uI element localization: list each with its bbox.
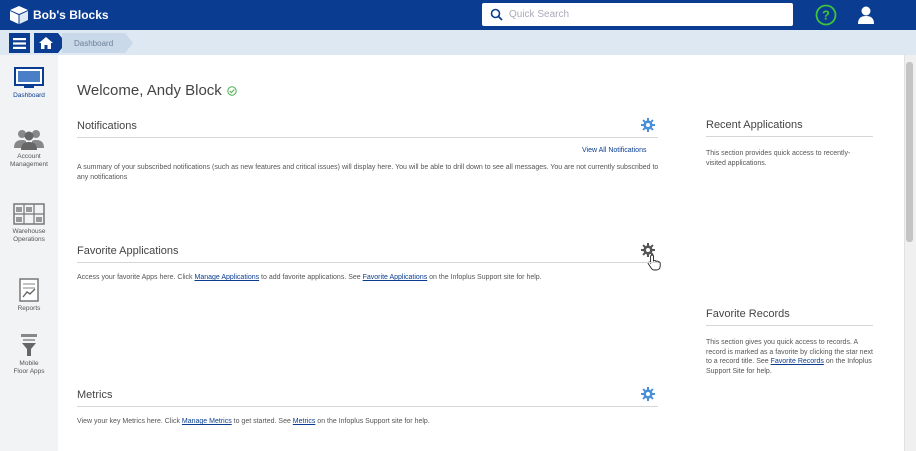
sidebar: Dashboard Account Management Warehouse O… xyxy=(0,55,58,451)
quick-search[interactable] xyxy=(482,3,793,26)
metrics-text-part: on the Infoplus Support site for help. xyxy=(315,418,430,425)
metrics-title: Metrics xyxy=(77,389,113,401)
sidebar-item-label: Mobile Floor Apps xyxy=(13,360,45,375)
page-title: Welcome, Andy Block xyxy=(77,82,237,99)
recent-applications-divider xyxy=(706,136,873,137)
blocks-logo-icon xyxy=(10,6,28,24)
favorite-applications-help-link[interactable]: Favorite Applications xyxy=(363,274,428,281)
sidebar-item-dashboard[interactable]: Dashboard xyxy=(0,67,58,100)
favorite-applications-text-part: on the Infoplus Support site for help. xyxy=(427,274,542,281)
manage-applications-link[interactable]: Manage Applications xyxy=(195,274,260,281)
sidebar-item-reports[interactable]: Reports xyxy=(0,278,58,313)
check-circle-icon xyxy=(227,85,237,96)
users-icon xyxy=(14,130,44,150)
svg-text:?: ? xyxy=(822,8,830,23)
view-all-notifications-link[interactable]: View All Notifications xyxy=(582,147,646,154)
favorite-applications-text-part: to add favorite applications. See xyxy=(259,274,363,281)
warehouse-icon xyxy=(13,203,45,225)
search-icon xyxy=(490,8,503,21)
favorite-applications-divider xyxy=(77,262,658,263)
favorite-records-title: Favorite Records xyxy=(706,308,790,320)
favorite-records-divider xyxy=(706,325,873,326)
recent-applications-text: This section provides quick access to re… xyxy=(706,150,851,167)
favorite-applications-text-part: Access your favorite Apps here. Click xyxy=(77,274,195,281)
brand-logo[interactable]: Bob's Blocks xyxy=(8,4,109,26)
notifications-divider xyxy=(77,137,658,138)
metrics-settings-gear-icon[interactable] xyxy=(641,387,655,401)
manage-metrics-link[interactable]: Manage Metrics xyxy=(182,418,232,425)
home-icon xyxy=(39,37,53,49)
page-scrollbar-thumb[interactable] xyxy=(906,62,913,242)
favorite-applications-title: Favorite Applications xyxy=(77,245,179,257)
report-icon xyxy=(19,278,39,302)
metrics-help-link[interactable]: Metrics xyxy=(293,418,316,425)
favorite-records-text: This section gives you quick access to r… xyxy=(706,338,874,376)
help-circle-icon[interactable]: ? xyxy=(815,4,837,26)
metrics-text-part: to get started. See xyxy=(231,418,293,425)
metrics-divider xyxy=(77,406,658,407)
sidebar-item-label: Reports xyxy=(17,305,41,312)
sidebar-item-label: Warehouse Operations xyxy=(12,228,46,243)
top-bar: Bob's Blocks ? xyxy=(0,0,916,30)
main-content xyxy=(58,55,904,451)
breadcrumb-bar: Dashboard xyxy=(0,30,916,55)
menu-toggle-button[interactable] xyxy=(9,33,30,53)
dashboard-icon xyxy=(14,67,44,88)
notifications-settings-gear-icon[interactable] xyxy=(641,118,655,132)
notifications-title: Notifications xyxy=(77,120,137,132)
user-icon[interactable] xyxy=(856,5,876,25)
metrics-text: View your key Metrics here. Click Manage… xyxy=(77,417,677,427)
sidebar-item-label: Account Management xyxy=(10,153,48,168)
sidebar-item-label: Dashboard xyxy=(13,92,45,99)
welcome-text: Welcome, Andy Block xyxy=(77,82,222,99)
metrics-text-part: View your key Metrics here. Click xyxy=(77,418,182,425)
search-input[interactable] xyxy=(509,4,779,25)
sidebar-item-mobile-floor-apps[interactable]: Mobile Floor Apps xyxy=(0,333,58,376)
breadcrumb-label: Dashboard xyxy=(74,38,114,48)
mobile-floor-icon xyxy=(21,334,37,356)
recent-applications-title: Recent Applications xyxy=(706,119,803,131)
notifications-text: A summary of your subscribed notificatio… xyxy=(77,164,659,181)
favorite-applications-text: Access your favorite Apps here. Click Ma… xyxy=(77,273,677,283)
brand-name: Bob's Blocks xyxy=(33,8,109,22)
favorite-records-help-link[interactable]: Favorite Records xyxy=(771,358,824,365)
breadcrumb-dashboard[interactable]: Dashboard xyxy=(62,33,134,53)
sidebar-item-account-management[interactable]: Account Management xyxy=(0,128,58,169)
home-button[interactable] xyxy=(34,33,58,53)
sidebar-item-warehouse-operations[interactable]: Warehouse Operations xyxy=(0,203,58,244)
hamburger-icon xyxy=(13,37,26,49)
